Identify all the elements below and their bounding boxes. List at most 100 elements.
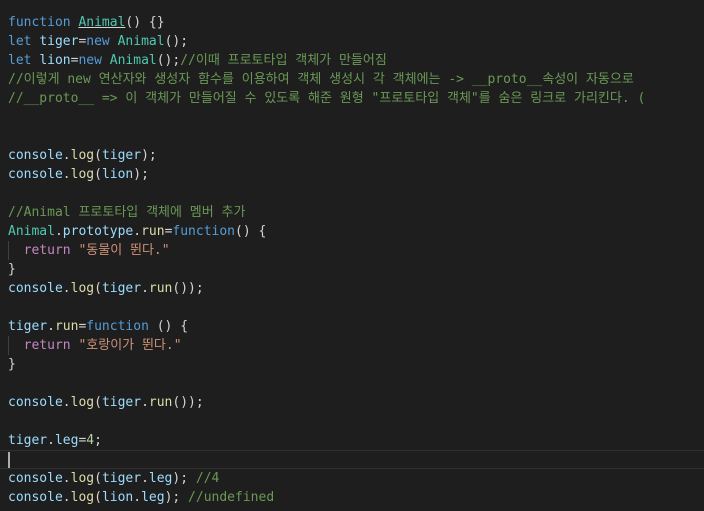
code-token: ( bbox=[94, 471, 102, 486]
code-token: return bbox=[23, 243, 71, 258]
code-token: 4 bbox=[86, 433, 95, 448]
code-token: ( bbox=[94, 148, 102, 163]
code-token: tiger bbox=[101, 395, 142, 410]
code-token: . bbox=[62, 281, 71, 296]
code-token: run bbox=[148, 281, 173, 296]
code-token: lion bbox=[101, 167, 134, 182]
code-token: tiger bbox=[101, 471, 142, 486]
code-token: let bbox=[8, 34, 32, 49]
code-token: leg bbox=[54, 433, 79, 448]
code-line[interactable]: return "동물이 뛴다." bbox=[0, 241, 704, 260]
code-token: ); bbox=[141, 148, 157, 163]
code-token: Animal bbox=[109, 53, 157, 68]
code-token: tiger bbox=[8, 319, 48, 334]
code-token: console bbox=[8, 148, 63, 163]
code-token: lion bbox=[39, 53, 71, 68]
code-token: . bbox=[141, 281, 149, 296]
code-line[interactable]: return "호랑이가 뛴다." bbox=[0, 336, 704, 355]
code-token: leg bbox=[141, 490, 165, 505]
code-token: log bbox=[70, 167, 95, 182]
code-token: "동물이 뛴다." bbox=[78, 243, 170, 258]
code-token: console bbox=[8, 490, 63, 505]
code-token: . bbox=[133, 490, 142, 505]
text-cursor bbox=[8, 452, 10, 468]
code-line[interactable]: //Animal 프로토타입 객체에 멤버 추가 bbox=[0, 203, 704, 222]
code-token: Animal bbox=[78, 15, 126, 30]
code-token: . bbox=[133, 224, 142, 239]
code-token: . bbox=[141, 471, 149, 486]
code-token: function bbox=[172, 224, 236, 239]
code-token: log bbox=[70, 395, 95, 410]
code-token: ( bbox=[94, 167, 102, 182]
code-line[interactable] bbox=[0, 412, 704, 431]
code-token: . bbox=[47, 433, 55, 448]
code-token: //Animal 프로토타입 객체에 멤버 추가 bbox=[8, 205, 246, 220]
active-code-line[interactable] bbox=[0, 450, 704, 469]
code-token: let bbox=[8, 53, 32, 68]
code-line[interactable]: console.log(tiger.leg); //4 bbox=[0, 469, 704, 488]
code-token: new bbox=[86, 34, 110, 49]
code-token: ()); bbox=[172, 395, 204, 410]
code-line[interactable]: Animal.prototype.run=function() { bbox=[0, 222, 704, 241]
code-token: . bbox=[62, 167, 71, 182]
code-line[interactable]: function Animal() {} bbox=[0, 13, 704, 32]
code-line[interactable]: console.log(lion); bbox=[0, 165, 704, 184]
code-token: log bbox=[70, 471, 95, 486]
code-token: new bbox=[78, 53, 102, 68]
code-line[interactable] bbox=[0, 374, 704, 393]
code-token: log bbox=[70, 490, 95, 505]
code-token: ( bbox=[94, 490, 102, 505]
code-line[interactable]: let tiger=new Animal(); bbox=[0, 32, 704, 51]
code-token: console bbox=[8, 471, 63, 486]
code-token: //이때 프로토타입 객체가 만들어짐 bbox=[180, 53, 387, 68]
code-line[interactable]: //이렇게 new 연산자와 생성자 함수를 이용하여 객체 생성시 각 객체에… bbox=[0, 70, 704, 89]
code-token: ); bbox=[164, 490, 189, 505]
code-line[interactable]: console.log(lion.leg); //undefined bbox=[0, 488, 704, 507]
code-editor[interactable]: function Animal() {} let tiger=new Animal… bbox=[0, 0, 704, 511]
code-token: //4 bbox=[195, 471, 220, 486]
code-token: log bbox=[70, 281, 95, 296]
code-token: } bbox=[8, 262, 16, 277]
code-token: console bbox=[8, 281, 63, 296]
code-token: () {} bbox=[125, 15, 165, 30]
code-token: . bbox=[141, 395, 149, 410]
code-line[interactable]: console.log(tiger.run()); bbox=[0, 279, 704, 298]
code-token: . bbox=[54, 224, 63, 239]
code-line[interactable]: } bbox=[0, 355, 704, 374]
code-token: leg bbox=[148, 471, 173, 486]
code-token: console bbox=[8, 167, 63, 182]
code-line[interactable]: } bbox=[0, 260, 704, 279]
code-line[interactable]: console.log(tiger); bbox=[0, 146, 704, 165]
code-token: . bbox=[62, 471, 71, 486]
code-token: ()); bbox=[172, 281, 204, 296]
code-line[interactable]: let lion=new Animal();//이때 프로토타입 객체가 만들어… bbox=[0, 51, 704, 70]
code-line[interactable]: tiger.run=function () { bbox=[0, 317, 704, 336]
code-token: tiger bbox=[39, 34, 79, 49]
code-token: ( bbox=[94, 281, 102, 296]
code-line[interactable] bbox=[0, 298, 704, 317]
code-line[interactable] bbox=[0, 108, 704, 127]
code-token: . bbox=[62, 148, 71, 163]
code-line[interactable]: tiger.leg=4; bbox=[0, 431, 704, 450]
code-token: return bbox=[23, 338, 71, 353]
code-token: lion bbox=[101, 490, 134, 505]
code-token: tiger bbox=[8, 433, 48, 448]
code-token: prototype bbox=[62, 224, 134, 239]
code-line[interactable] bbox=[0, 127, 704, 146]
code-token: () { bbox=[148, 319, 189, 334]
code-token: . bbox=[47, 319, 55, 334]
code-token: . bbox=[62, 490, 71, 505]
code-token: //이렇게 new 연산자와 생성자 함수를 이용하여 객체 생성시 각 객체에… bbox=[8, 72, 634, 87]
code-line[interactable]: //__proto__ => 이 객체가 만들어질 수 있도록 해준 원형 "프… bbox=[0, 89, 704, 108]
code-token: function bbox=[86, 319, 149, 334]
code-line[interactable]: console.log(tiger.run()); bbox=[0, 393, 704, 412]
code-token: ; bbox=[94, 433, 102, 448]
code-token: ( bbox=[94, 395, 102, 410]
code-token: console bbox=[8, 395, 63, 410]
code-token: Animal bbox=[117, 34, 165, 49]
code-token: ); bbox=[133, 167, 149, 182]
code-token: run bbox=[54, 319, 79, 334]
code-token: () { bbox=[235, 224, 267, 239]
code-line[interactable] bbox=[0, 184, 704, 203]
